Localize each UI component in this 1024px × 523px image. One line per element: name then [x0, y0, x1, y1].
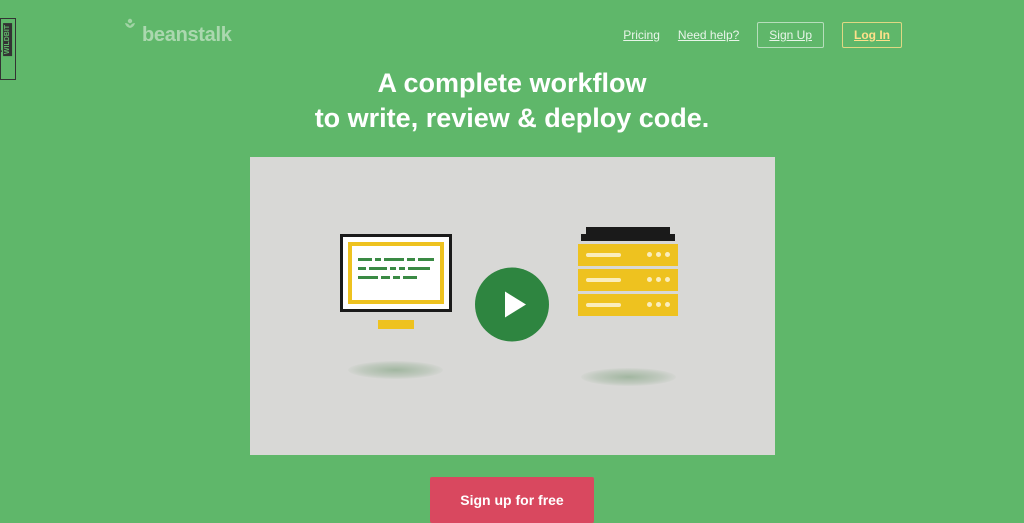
monitor-illustration [326, 234, 466, 379]
nav-signup-button[interactable]: Sign Up [757, 22, 824, 48]
signup-free-button[interactable]: Sign up for free [430, 477, 593, 523]
cta-section: Sign up for free [0, 477, 1024, 523]
play-icon [505, 292, 526, 318]
shadow-icon [581, 368, 676, 386]
header: beanstalk Pricing Need help? Sign Up Log… [122, 0, 902, 48]
brand-logo[interactable]: beanstalk [122, 24, 232, 47]
wildbit-badge[interactable]: Made by WILDBIT [0, 18, 16, 80]
hero-title: A complete workflow to write, review & d… [0, 66, 1024, 135]
shadow-icon [348, 361, 443, 379]
nav-help[interactable]: Need help? [678, 28, 739, 42]
hero-line2: to write, review & deploy code. [315, 103, 710, 133]
leaf-icon [122, 18, 138, 41]
hero-video[interactable] [250, 157, 775, 455]
nav: Pricing Need help? Sign Up Log In [623, 22, 902, 48]
logo-text: beanstalk [142, 24, 232, 47]
play-button[interactable] [475, 268, 549, 342]
hero-line1: A complete workflow [377, 68, 646, 98]
server-illustration [558, 227, 698, 386]
badge-brand: WILDBIT [3, 23, 12, 56]
nav-login-button[interactable]: Log In [842, 22, 902, 48]
nav-pricing[interactable]: Pricing [623, 28, 660, 42]
